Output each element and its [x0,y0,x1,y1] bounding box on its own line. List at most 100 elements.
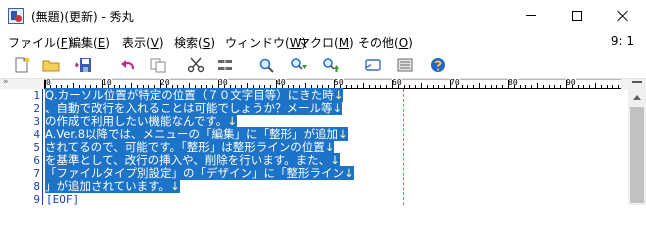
line-text: A.Ver.8以降では、メニューの「編集」に「整形」が追加 [45,127,339,141]
open-file-button[interactable] [41,56,61,74]
open-folder-icon [42,60,60,72]
hidemaru-app-icon[interactable] [8,8,24,24]
newline-marker: ↓ [333,88,344,102]
ruler-tick [368,85,370,88]
newline-marker: ↓ [170,179,180,193]
newline-marker: ↓ [324,140,335,154]
accelerator-key: F [60,36,68,50]
accelerator-key: O [398,36,409,50]
undo-button[interactable] [118,56,138,74]
ruler-tick [577,85,579,88]
line-text: 「ファイルタイプ別設定」の「デザイン」に「整形ライン [45,166,344,180]
menu-macro[interactable]: マクロ(M) [298,34,354,51]
line-number: 2 [33,102,40,115]
ruler-tick [438,85,440,88]
ruler-tick [502,85,504,88]
ruler-tick [102,80,103,88]
ruler-tick [606,85,608,88]
menu-other[interactable]: その他(O) [358,34,413,51]
cut-button[interactable] [186,56,206,74]
selected-text: 、自動で改行を入れることは可能でしょうか？メール等↓ [45,101,343,115]
close-icon [617,10,629,22]
copy-button[interactable] [148,56,168,74]
scroll-thumb[interactable] [630,107,644,203]
help-icon [431,58,445,72]
menu-edit[interactable]: 編集(E) [69,34,110,51]
vertical-scrollbar[interactable] [628,79,646,205]
help-button[interactable] [428,56,448,74]
line-number: 3 [33,115,40,128]
selected-text: Q.カーソル位置が特定の位置（７０文字目等）にきた時↓ [45,88,344,102]
macro-icon [397,58,413,72]
find-prev-up-icon [323,58,339,72]
menu-window[interactable]: ウィンドウ(W) [225,34,306,51]
menu-file[interactable]: ファイル(F) [8,34,72,51]
ruler-tick [374,85,376,88]
new-file-button[interactable] [12,56,32,74]
ruler-tick [531,85,533,88]
line-number: 8 [33,180,40,193]
ruler-tick [426,85,428,88]
selected-text: A.Ver.8以降では、メニューの「編集」に「整形」が追加↓ [45,127,348,141]
wrap-guide-line [403,89,404,205]
ruler-tick [334,80,335,88]
ruler-tick [44,80,45,88]
scroll-up-button[interactable] [628,89,646,105]
title-bar: (無題)(更新) - 秀丸 [0,0,646,31]
line-number: 1 [33,89,40,102]
newline-marker: ↓ [332,101,343,115]
selected-text: の作成で利用したい機能なんです。↓ [45,114,237,128]
ruler-tick [566,80,567,88]
ruler-tick [421,83,422,88]
ruler-tick [595,83,596,88]
ruler-tick [548,85,550,88]
collapse-chevron-icon[interactable]: » [3,77,9,87]
close-button[interactable] [600,0,646,31]
line-text: の作成で利用したい機能なんです。 [45,114,228,128]
accelerator-key: M [338,36,350,50]
ruler-tick [618,85,620,88]
ruler-tick [160,80,161,88]
selected-text: されてるので、可能です。「整形」は整形ラインの位置↓ [45,140,335,154]
line-number: 5 [33,141,40,154]
ruler-tick [560,85,562,88]
ruler-tick [519,85,521,88]
text-line[interactable]: 」が追加されています。↓ [45,179,180,193]
text-editor[interactable]: 1 2 3 4 5 6 7 8 9 Q.カーソル位置が特定の位置（７０文字目等）… [0,88,628,206]
line-text: 」が追加されています。 [45,179,171,193]
ruler-tick [409,85,411,88]
newline-marker: ↓ [344,166,354,180]
menu-view[interactable]: 表示(V) [122,34,164,51]
find-prev-button[interactable] [321,56,341,74]
ruler-tick [542,85,544,88]
line-text: Q.カーソル位置が特定の位置（７０文字目等）にきた時 [45,88,334,102]
find-next-button[interactable] [289,56,309,74]
split-handle[interactable] [632,81,642,85]
save-button[interactable] [73,56,93,74]
maximize-button[interactable] [554,0,600,31]
paste-button[interactable] [215,56,235,74]
search-icon [259,58,274,73]
line-number: 9 [33,193,40,206]
ruler-tick [612,85,614,88]
ruler-tick [600,85,602,88]
minimize-button[interactable] [508,0,554,31]
ruler-tick [218,80,219,88]
cursor-position: 9: 1 [610,34,634,48]
ruler-tick [479,83,480,88]
ruler-tick [392,80,393,88]
ruler-tick [513,85,515,88]
search-button[interactable] [257,56,277,74]
ruler-tick [345,85,347,88]
menu-search[interactable]: 検索(S) [174,34,215,51]
accelerator-key: V [150,36,159,50]
new-file-icon [15,57,30,73]
window-title: (無題)(更新) - 秀丸 [31,10,134,24]
line-number: 7 [33,167,40,180]
grep-icon [364,59,381,71]
macro-button[interactable] [395,56,415,74]
copy-icon [150,58,166,73]
selected-text: を基準として、改行の挿入や、削除を行います。また、↓ [45,153,340,167]
grep-button[interactable] [363,56,383,74]
cut-icon [187,57,205,73]
